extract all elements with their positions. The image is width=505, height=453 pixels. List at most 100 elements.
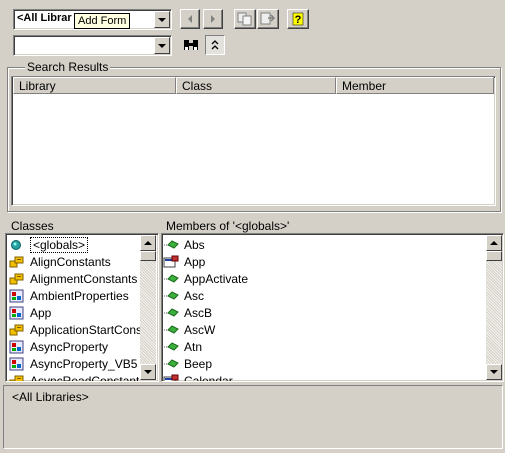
back-button[interactable] (180, 9, 200, 29)
member-list-item[interactable]: Calendar (163, 372, 233, 381)
chevron-down-icon (158, 17, 166, 22)
details-pane: <All Libraries> (3, 385, 503, 449)
class-list-item[interactable]: AlignmentConstants (9, 270, 137, 287)
scroll-up-button[interactable] (140, 235, 156, 251)
library-combo-value: <All Librar (17, 12, 72, 24)
enum-icon (9, 324, 24, 335)
class-list-item[interactable]: App (9, 304, 51, 321)
globals-sphere-icon (11, 239, 21, 250)
chevron-up-icon (144, 241, 152, 245)
search-button[interactable] (180, 35, 202, 55)
class-item-label: AmbientProperties (30, 288, 129, 303)
chevron-down-icon (490, 370, 498, 374)
column-header-library[interactable]: Library (13, 77, 176, 94)
column-header-label: Library (19, 79, 56, 93)
class-list-item[interactable]: AsyncProperty (9, 338, 108, 355)
column-header-label: Member (342, 79, 387, 93)
method-icon (164, 358, 179, 368)
classes-list[interactable]: <globals> AlignConstants AlignmentConstant… (5, 233, 159, 382)
property-icon (163, 255, 179, 267)
details-text: <All Libraries> (12, 390, 89, 404)
member-list-item[interactable]: Abs (163, 236, 205, 253)
scroll-down-button[interactable] (140, 364, 156, 380)
class-item-label: AlignConstants (30, 254, 111, 269)
copy-button[interactable] (234, 9, 256, 29)
chevron-up-icon (490, 241, 498, 245)
forward-arrow-icon (211, 15, 215, 23)
member-list-item[interactable]: Atn (163, 338, 202, 355)
class-item-label: AlignmentConstants (30, 271, 138, 286)
svg-text:?: ? (295, 14, 302, 26)
enum-icon (9, 272, 25, 286)
class-list-item[interactable]: AsyncProperty_VB5 (9, 355, 137, 372)
classes-scrollbar[interactable] (140, 235, 156, 380)
member-list-item[interactable]: AppActivate (163, 270, 248, 287)
members-list[interactable]: Abs App AppActivate Asc AscB AscW Atn Beep Calen… (161, 233, 504, 382)
class-item-label: <globals> (30, 236, 89, 253)
class-item-label: AsyncReadConstant (30, 373, 140, 382)
method-icon (164, 324, 179, 334)
member-list-item[interactable]: AscB (163, 304, 212, 321)
property-icon (163, 374, 179, 381)
search-results-list[interactable]: Library Class Member (11, 76, 496, 206)
members-scrollbar[interactable] (486, 235, 502, 380)
member-item-label: AscW (184, 322, 216, 337)
class-item-label: ApplicationStartCons (30, 322, 143, 337)
binoculars-icon (184, 40, 198, 50)
member-item-label: App (184, 254, 206, 269)
class-icon (9, 289, 24, 302)
class-list-item[interactable]: AlignConstants (9, 253, 111, 270)
library-combo-dropdown-button[interactable] (154, 11, 170, 28)
chevron-down-icon (158, 43, 166, 48)
member-list-item[interactable]: App (163, 253, 205, 270)
enum-icon (9, 375, 24, 381)
view-definition-icon (260, 12, 276, 25)
enum-icon (9, 255, 25, 269)
member-list-item[interactable]: Asc (163, 287, 204, 304)
enum-icon (9, 323, 25, 337)
enum-icon (9, 273, 24, 284)
column-header-class[interactable]: Class (176, 77, 336, 94)
method-icon (164, 341, 179, 351)
search-combo[interactable] (13, 35, 172, 56)
member-item-label: Beep (184, 356, 213, 371)
method-icon (163, 272, 179, 286)
member-list-item[interactable]: AscW (163, 321, 215, 338)
class-icon (9, 340, 25, 354)
method-icon (164, 290, 179, 300)
method-icon (164, 273, 179, 283)
class-item-label: App (30, 305, 52, 320)
globals-sphere-icon (9, 238, 25, 252)
class-list-item[interactable]: AsyncReadConstant (9, 372, 140, 382)
scroll-thumb[interactable] (140, 251, 156, 261)
member-list-item[interactable]: Beep (163, 355, 212, 372)
member-item-label: Atn (184, 339, 203, 354)
column-header-member[interactable]: Member (336, 77, 494, 94)
scroll-down-button[interactable] (486, 364, 502, 380)
forward-button[interactable] (203, 9, 223, 29)
method-icon (164, 239, 179, 249)
scroll-thumb[interactable] (486, 251, 502, 261)
scroll-up-button[interactable] (486, 235, 502, 251)
class-icon (9, 357, 25, 371)
property-icon (163, 255, 179, 269)
show-hide-search-results-button[interactable] (205, 35, 225, 55)
search-combo-dropdown-button[interactable] (154, 37, 170, 54)
class-list-item[interactable]: AmbientProperties (9, 287, 129, 304)
method-icon (163, 289, 179, 303)
property-icon (163, 374, 179, 381)
class-icon (9, 306, 25, 320)
members-pane-title: Members of '<globals>' (166, 219, 290, 233)
method-icon (163, 238, 179, 252)
help-button[interactable]: ? (287, 9, 309, 29)
copy-icon (237, 12, 252, 26)
class-icon (9, 306, 24, 319)
method-icon (163, 340, 179, 354)
class-list-item[interactable]: <globals> (9, 236, 89, 253)
class-icon (9, 357, 24, 370)
class-list-item[interactable]: ApplicationStartCons (9, 321, 142, 338)
collapse-chevron-icon (211, 40, 219, 50)
chevron-down-icon (144, 370, 152, 374)
method-icon (164, 307, 179, 317)
view-definition-button[interactable] (257, 9, 279, 29)
